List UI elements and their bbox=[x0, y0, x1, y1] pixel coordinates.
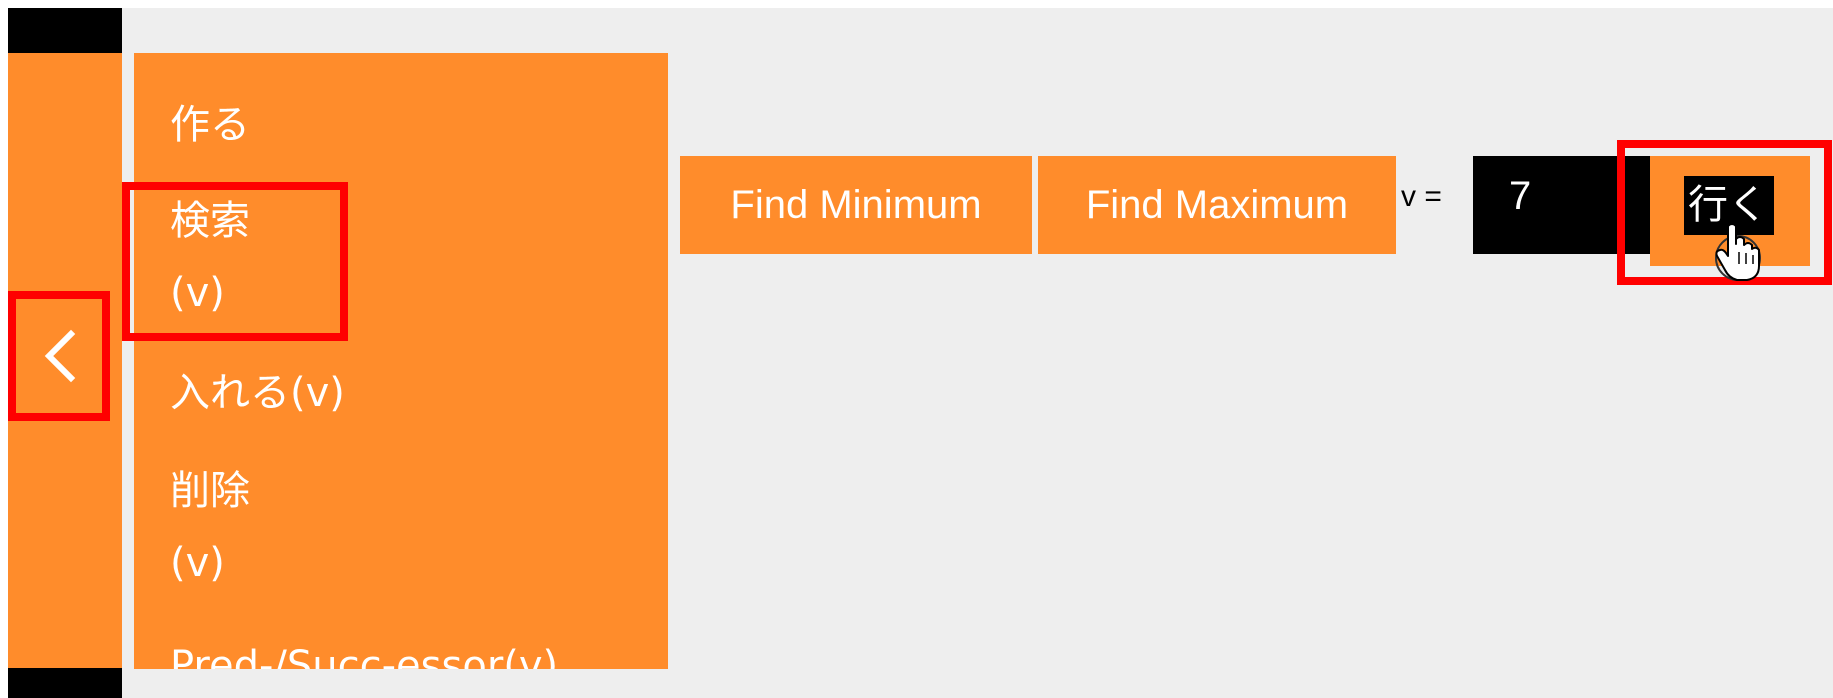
chevron-left-icon bbox=[44, 329, 76, 383]
menu-item-search[interactable]: 検索 (v) bbox=[170, 201, 250, 313]
sidebar-strip bbox=[8, 8, 122, 698]
menu-item-search-label: 検索 bbox=[170, 198, 250, 244]
sidebar-strip-bottom-bar bbox=[8, 668, 122, 698]
find-maximum-button[interactable]: Find Maximum bbox=[1038, 156, 1396, 254]
menu-item-create-label: 作る bbox=[170, 102, 250, 148]
menu-item-remove-param: (v) bbox=[170, 540, 225, 586]
go-button[interactable]: 行く bbox=[1650, 156, 1810, 266]
operations-menu: 作る 検索 (v) 入れる(v) 削除 (v) Pred-/Succ-essor… bbox=[134, 53, 668, 669]
menu-item-search-param: (v) bbox=[170, 270, 225, 316]
menu-item-insert[interactable]: 入れる(v) bbox=[170, 373, 345, 413]
v-input[interactable] bbox=[1473, 156, 1663, 254]
v-label: v = bbox=[1401, 180, 1442, 213]
menu-item-pred-succ[interactable]: Pred-/Succ-essor(v) bbox=[170, 646, 558, 669]
stage: 作る 検索 (v) 入れる(v) 削除 (v) Pred-/Succ-essor… bbox=[8, 8, 1833, 698]
menu-item-create[interactable]: 作る bbox=[170, 105, 250, 145]
sidebar-strip-top-bar bbox=[8, 8, 122, 53]
menu-item-remove[interactable]: 削除 (v) bbox=[170, 471, 250, 583]
go-button-label: 行く bbox=[1684, 176, 1774, 235]
collapse-sidebar-button[interactable] bbox=[8, 291, 110, 421]
menu-item-pred-succ-label: Pred-/Succ-essor(v) bbox=[170, 643, 559, 669]
menu-item-remove-label: 削除 bbox=[170, 468, 250, 514]
find-minimum-button[interactable]: Find Minimum bbox=[680, 156, 1032, 254]
menu-item-insert-label: 入れる(v) bbox=[170, 370, 345, 416]
